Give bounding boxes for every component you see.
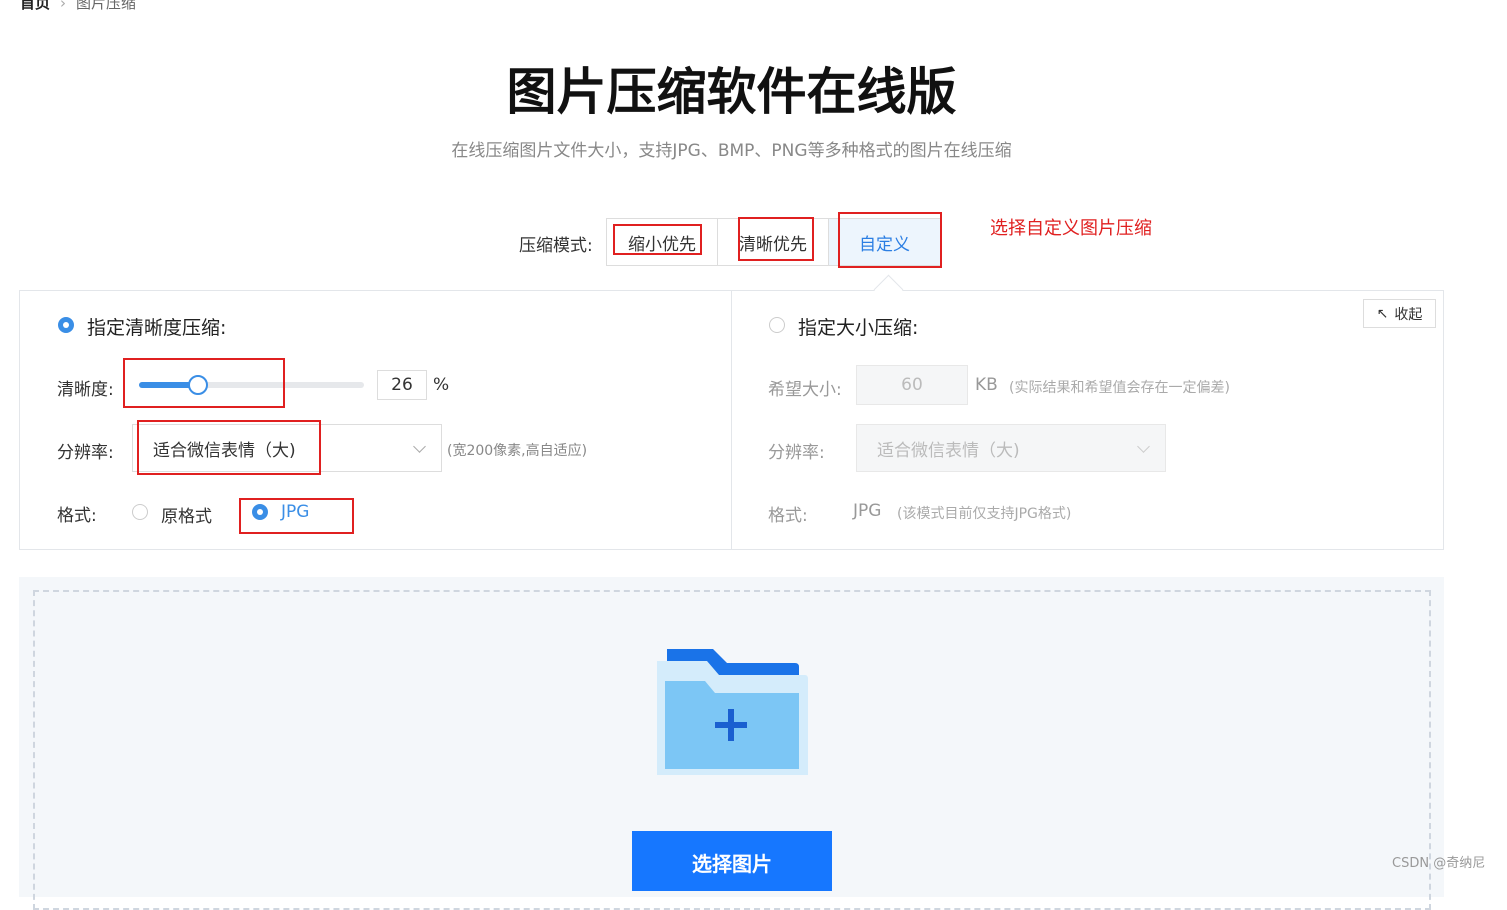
annotation-text: 选择自定义图片压缩 (990, 218, 1152, 239)
resolution-hint: (宽200像素,高自适应) (447, 443, 588, 459)
format-label: 格式: (57, 506, 97, 526)
highlight-box-custom (838, 212, 942, 268)
size-resolution-label: 分辨率: (768, 443, 825, 463)
size-resolution-select[interactable]: 适合微信表情（大) (856, 424, 1166, 472)
clarity-label: 清晰度: (57, 380, 114, 400)
size-section-title: 指定大小压缩: (798, 317, 919, 339)
format-original-radio[interactable] (132, 504, 148, 520)
size-label: 希望大小: (768, 380, 842, 400)
size-resolution-value: 适合微信表情（大) (877, 440, 1020, 461)
highlight-box-clarity (738, 217, 814, 261)
clarity-mode-radio[interactable] (58, 317, 74, 333)
breadcrumb: 首页 › 图片压缩 (20, 0, 136, 13)
folder-add-icon[interactable] (655, 645, 808, 778)
size-value-input[interactable]: 60 (856, 365, 968, 405)
size-value: 60 (901, 375, 923, 395)
size-format-label: 格式: (768, 506, 808, 526)
page-subtitle: 在线压缩图片文件大小，支持JPG、BMP、PNG等多种格式的图片在线压缩 (451, 141, 1012, 161)
watermark: CSDN @奇纳尼 (1392, 856, 1486, 871)
size-unit: KB (975, 375, 998, 395)
highlight-box-jpg (239, 498, 354, 534)
chevron-right-icon: › (60, 0, 67, 12)
highlight-box-slider (123, 358, 285, 408)
breadcrumb-current: 图片压缩 (76, 0, 137, 12)
clarity-section-title: 指定清晰度压缩: (87, 317, 227, 339)
breadcrumb-home-link[interactable]: 首页 (20, 0, 50, 12)
size-hint: (实际结果和希望值会存在一定偏差) (1009, 380, 1230, 396)
select-image-button[interactable]: 选择图片 (632, 831, 832, 891)
format-original-label[interactable]: 原格式 (161, 502, 212, 527)
resolution-label: 分辨率: (57, 443, 114, 463)
clarity-unit: % (433, 375, 450, 395)
highlight-box-resolution (137, 420, 321, 475)
size-format-value: JPG (853, 501, 882, 521)
size-format-hint: (该模式目前仅支持JPG格式) (897, 506, 1072, 522)
highlight-box-shrink (613, 224, 702, 255)
size-mode-radio[interactable] (769, 317, 785, 333)
collapse-button[interactable]: ↖ 收起 (1363, 299, 1436, 328)
panel-divider (731, 290, 732, 550)
page-title: 图片压缩软件在线版 (506, 63, 957, 121)
compression-mode-label: 压缩模式: (519, 236, 593, 256)
clarity-value-input[interactable]: 26 (377, 370, 427, 400)
collapse-label: 收起 (1394, 306, 1423, 323)
arrow-up-left-icon: ↖ (1376, 305, 1389, 322)
